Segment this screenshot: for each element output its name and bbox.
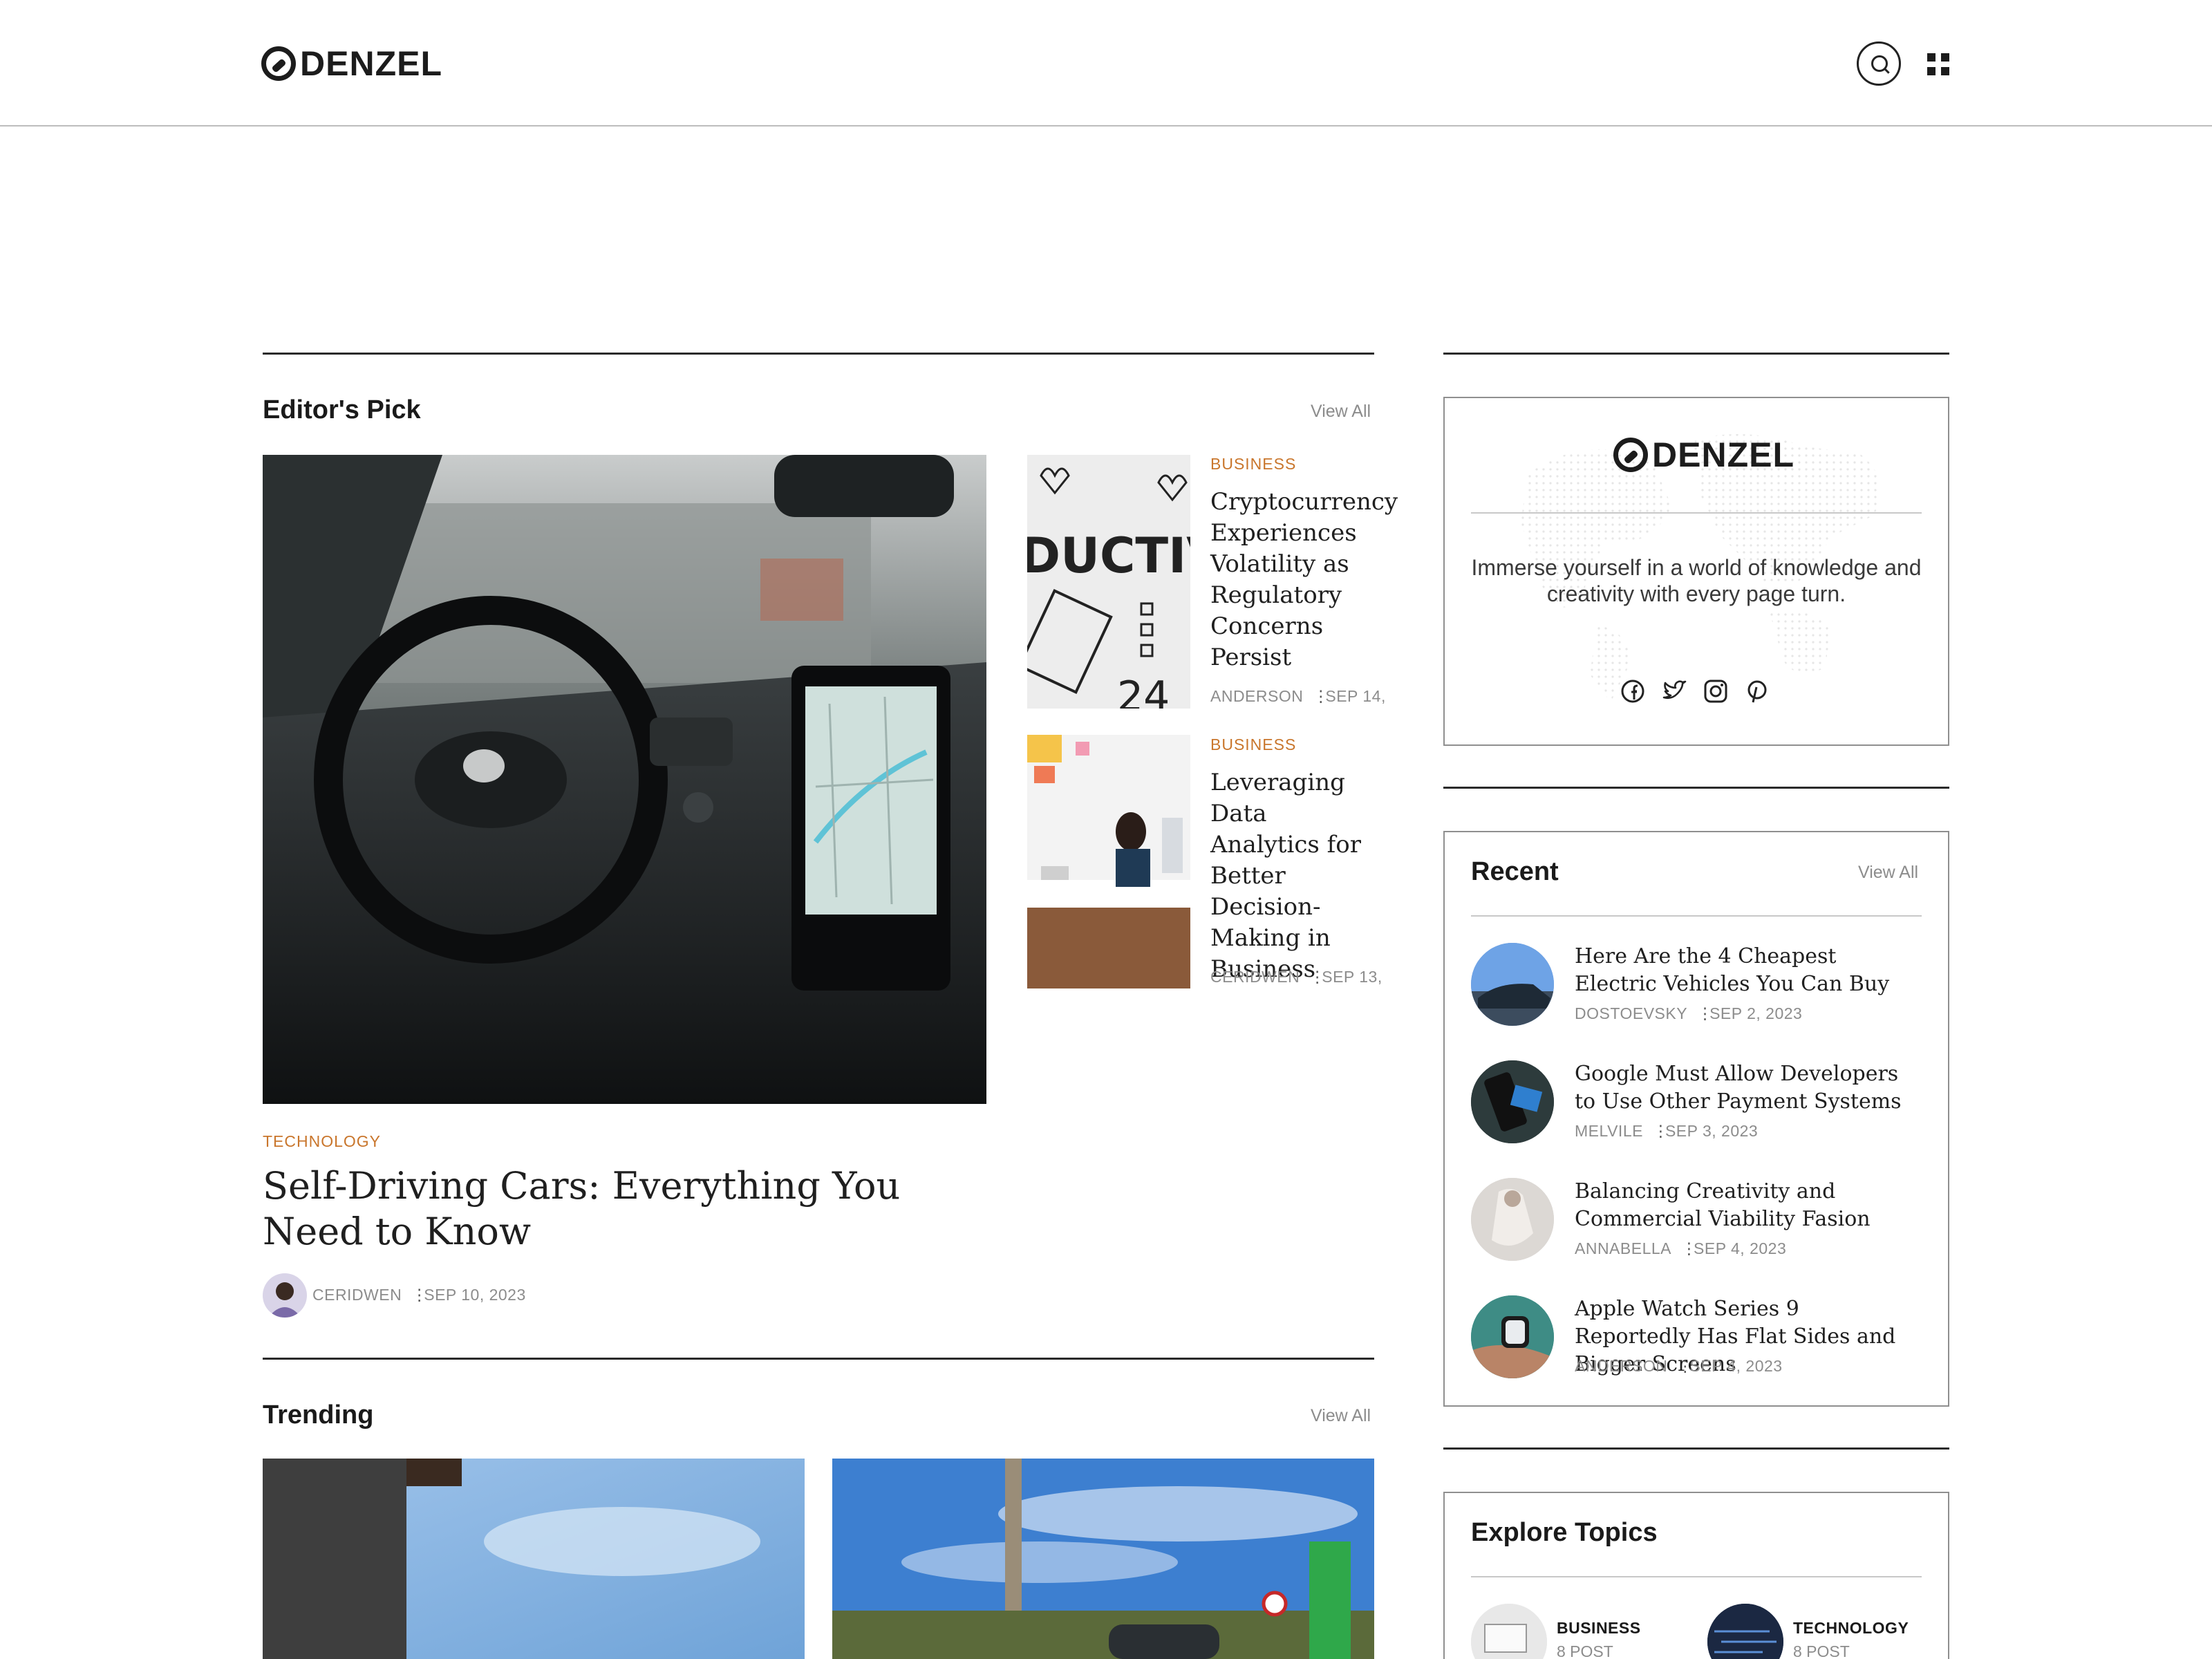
grid-menu-button[interactable] (1927, 53, 1949, 75)
author-name[interactable]: ANNABELLA (1575, 1239, 1671, 1257)
payment-phone-image (1471, 1060, 1554, 1143)
post-date: SEP 4, 2023 (1694, 1239, 1787, 1257)
avatar-image (268, 1282, 301, 1318)
recent-post-meta: ANNABELLA ⋮SEP 4, 2023 (1575, 1239, 1787, 1257)
recent-post-thumbnail[interactable] (1471, 943, 1554, 1026)
recent-post-thumbnail[interactable] (1471, 1295, 1554, 1378)
logo-wordmark: DENZEL (300, 44, 442, 83)
sidebar-divider (1443, 1447, 1949, 1450)
topic-name[interactable]: TECHNOLOGY (1793, 1619, 1909, 1638)
post-date: SEP 3, 2023 (1665, 1122, 1759, 1140)
about-logo[interactable]: DENZEL (1613, 434, 1794, 476)
grid-menu-icon-dot (1941, 53, 1949, 62)
post-date: SEP 2, 2023 (1709, 1004, 1803, 1022)
sidebar-divider (1443, 787, 1949, 789)
recent-title: Recent (1471, 857, 1559, 886)
post-date: SEP 13, (1322, 968, 1382, 986)
about-text: Immerse yourself in a world of knowledge… (1471, 555, 1922, 606)
author-name[interactable]: DOSTOEVSKY (1575, 1004, 1687, 1022)
post-date: SEP 4, 2023 (1689, 1357, 1783, 1375)
section-divider (263, 1358, 1374, 1360)
section-divider (263, 353, 1374, 355)
recent-post-meta: DOSTOEVSKY ⋮SEP 2, 2023 (1575, 1004, 1803, 1022)
palm-street-image (832, 1459, 1374, 1659)
side-post-category[interactable]: BUSINESS (1210, 455, 1296, 474)
recent-post-title[interactable]: Balancing Creativity and Commercial Viab… (1575, 1178, 1920, 1233)
trending-view-all-link[interactable]: View All (1311, 1406, 1371, 1426)
site-header: DENZEL (0, 0, 2212, 126)
fashion-image (1471, 1178, 1554, 1261)
post-date: SEP 14, (1325, 687, 1386, 705)
recent-post-meta: ANDERSON ⋮SEP 4, 2023 (1575, 1357, 1783, 1375)
pinterest-link[interactable] (1745, 679, 1770, 704)
trending-title: Trending (263, 1400, 374, 1430)
recent-post-thumbnail[interactable] (1471, 1178, 1554, 1261)
twitter-icon (1662, 680, 1687, 700)
featured-post-category[interactable]: TECHNOLOGY (263, 1132, 381, 1151)
site-logo[interactable]: DENZEL (261, 43, 442, 84)
recent-post-title[interactable]: Here Are the 4 Cheapest Electric Vehicle… (1575, 943, 1920, 998)
recent-divider (1471, 915, 1922, 917)
grid-menu-icon-dot (1941, 67, 1949, 75)
smartwatch-image (1471, 1295, 1554, 1378)
search-button[interactable] (1857, 41, 1901, 86)
sky-building-image (263, 1459, 805, 1659)
electric-car-image (1471, 943, 1554, 1026)
logo-mark-icon (1613, 438, 1648, 472)
grid-menu-icon (1927, 53, 1936, 62)
grid-menu-icon-dot (1927, 67, 1936, 75)
featured-post-title[interactable]: Self-Driving Cars: Everything You Need t… (263, 1163, 986, 1255)
author-name[interactable]: CERIDWEN (312, 1286, 402, 1304)
topics-title: Explore Topics (1471, 1518, 1658, 1547)
topic-name[interactable]: BUSINESS (1557, 1619, 1641, 1638)
car-interior-image (263, 455, 986, 1104)
svg-text:DUCTIVI: DUCTIVI (1027, 527, 1190, 584)
logo-wordmark: DENZEL (1652, 435, 1794, 474)
side-post-image[interactable]: DUCTIVI 24 (1027, 455, 1190, 709)
recent-post-thumbnail[interactable] (1471, 1060, 1554, 1143)
recent-view-all-link[interactable]: View All (1858, 863, 1918, 883)
post-date: SEP 10, 2023 (424, 1286, 526, 1304)
svg-text:24: 24 (1117, 673, 1170, 709)
author-name[interactable]: ANDERSON (1575, 1357, 1667, 1375)
topic-count: 8 POST (1793, 1642, 1850, 1659)
facebook-icon (1621, 679, 1644, 703)
side-post-image[interactable] (1027, 735, 1190, 988)
twitter-link[interactable] (1662, 679, 1687, 704)
instagram-icon (1704, 679, 1727, 703)
about-divider (1471, 512, 1922, 514)
recent-post-meta: MELVILE ⋮SEP 3, 2023 (1575, 1122, 1759, 1140)
author-name[interactable]: CERIDWEN (1210, 968, 1300, 986)
author-avatar[interactable] (263, 1273, 307, 1318)
sidebar-divider (1443, 353, 1949, 355)
trending-post-image[interactable] (263, 1459, 805, 1659)
topics-divider (1471, 1576, 1922, 1577)
trending-post-image[interactable] (832, 1459, 1374, 1659)
facebook-link[interactable] (1620, 679, 1645, 704)
author-name[interactable]: ANDERSON (1210, 687, 1303, 705)
pinterest-icon (1747, 680, 1767, 703)
featured-post-image[interactable] (263, 455, 986, 1104)
side-post-title[interactable]: Cryptocurrency Experiences Volatility as… (1210, 487, 1398, 673)
side-post-meta: ANDERSON ⋮SEP 14, (1210, 687, 1386, 705)
topic-count: 8 POST (1557, 1642, 1613, 1659)
recent-post-title[interactable]: Google Must Allow Developers to Use Othe… (1575, 1060, 1920, 1116)
side-post-meta: CERIDWEN ⋮SEP 13, (1210, 968, 1382, 986)
side-post-title[interactable]: Leveraging Data Analytics for Better Dec… (1210, 767, 1376, 985)
office-meeting-image (1027, 735, 1190, 988)
side-post-category[interactable]: BUSINESS (1210, 735, 1296, 754)
productivity-board-image: DUCTIVI 24 (1027, 455, 1190, 709)
featured-post-meta: CERIDWEN ⋮SEP 10, 2023 (312, 1286, 526, 1304)
editors-pick-title: Editor's Pick (263, 395, 421, 424)
author-name[interactable]: MELVILE (1575, 1122, 1643, 1140)
logo-mark-icon (261, 46, 296, 81)
editors-pick-view-all-link[interactable]: View All (1311, 402, 1371, 422)
instagram-link[interactable] (1703, 679, 1728, 704)
